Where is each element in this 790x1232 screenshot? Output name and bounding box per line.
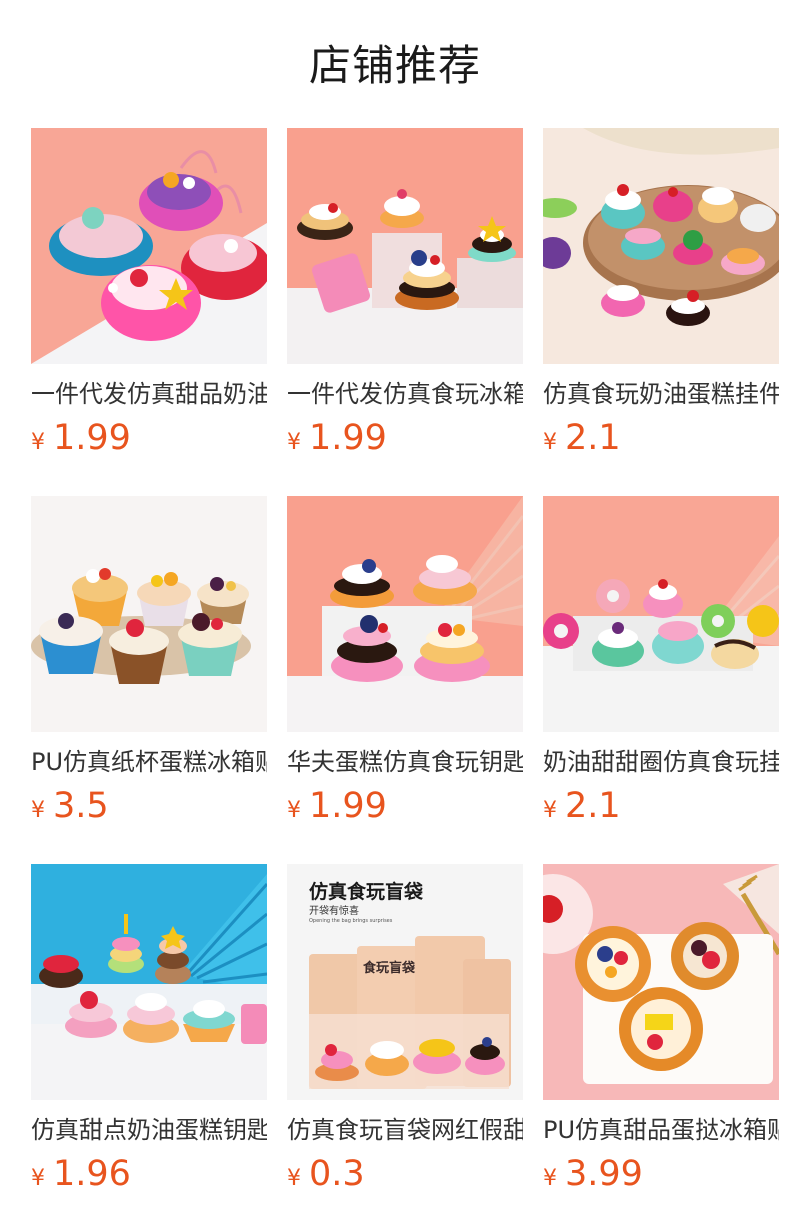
blind-bag-label: 食玩盲袋 [363,960,416,976]
product-name[interactable]: PU仿真纸杯蛋糕冰箱贴 [31,746,267,778]
product-card[interactable]: 仿真食玩奶油蛋糕挂件 ¥2.1 [543,128,779,496]
price-amount: 1.99 [53,418,131,458]
product-image[interactable] [543,128,779,364]
product-card[interactable]: PU仿真甜品蛋挞冰箱贴 ¥3.99 [543,864,779,1232]
product-name[interactable]: 一件代发仿真甜品奶油 [31,378,267,410]
price-amount: 0.3 [309,1154,365,1194]
price-amount: 2.1 [565,786,621,826]
price-amount: 1.96 [53,1154,131,1194]
currency-symbol: ¥ [543,798,557,823]
blind-bag-tiny-text: Opening the bag brings surprises [309,918,393,924]
product-name[interactable]: 华夫蛋糕仿真食玩钥匙扣 [287,746,523,778]
page-title: 店铺推荐 [308,41,481,90]
product-card[interactable]: 仿真甜点奶油蛋糕钥匙扣 ¥1.96 [31,864,267,1232]
price-amount: 1.99 [309,418,387,458]
currency-symbol: ¥ [31,1166,45,1191]
product-price: ¥2.1 [543,416,621,460]
product-image[interactable]: 仿真食玩盲袋 开袋有惊喜 Opening the bag brings surp… [287,864,523,1100]
product-card[interactable]: 奶油甜甜圈仿真食玩挂件 ¥2.1 [543,496,779,864]
product-card[interactable]: PU仿真纸杯蛋糕冰箱贴 ¥3.5 [31,496,267,864]
product-price: ¥3.5 [31,784,109,828]
product-image[interactable] [543,864,779,1100]
product-price: ¥3.99 [543,1152,643,1196]
product-image[interactable] [287,496,523,732]
product-card[interactable]: 一件代发仿真食玩冰箱 ¥1.99 [287,128,523,496]
currency-symbol: ¥ [287,1166,301,1191]
currency-symbol: ¥ [31,798,45,823]
product-grid: 一件代发仿真甜品奶油 ¥1.99 一件代发仿真食玩冰箱 ¥ 1.99 仿真食玩奶… [31,128,779,1232]
product-name[interactable]: PU仿真甜品蛋挞冰箱贴 [543,1114,779,1146]
blind-bag-headline: 仿真食玩盲袋 [309,880,424,903]
product-image[interactable] [31,864,267,1100]
product-price: ¥0.3 [287,1152,365,1196]
product-price: ¥1.99 [287,416,387,460]
blind-bag-subline: 开袋有惊喜 [309,904,359,917]
price-amount: 3.99 [565,1154,643,1194]
product-card[interactable]: 一件代发仿真甜品奶油 ¥1.99 [31,128,267,496]
currency-symbol: ¥ [543,1166,557,1191]
product-card[interactable]: 仿真食玩盲袋 开袋有惊喜 Opening the bag brings surp… [287,864,523,1232]
product-price: ¥1.99 [287,784,387,828]
currency-symbol: ¥ [287,798,301,823]
product-price: ¥1.96 [31,1152,131,1196]
product-image[interactable] [287,128,523,364]
product-name[interactable]: 仿真食玩奶油蛋糕挂件 [543,378,779,410]
product-image[interactable] [31,496,267,732]
product-name[interactable]: 奶油甜甜圈仿真食玩挂件 [543,746,779,778]
price-amount: 3.5 [53,786,109,826]
product-image[interactable] [31,128,267,364]
currency-symbol: ¥ [31,430,45,455]
product-price: ¥2.1 [543,784,621,828]
product-image[interactable] [543,496,779,732]
product-card[interactable]: 华夫蛋糕仿真食玩钥匙扣 ¥1.99 [287,496,523,864]
product-name[interactable]: 一件代发仿真食玩冰箱 [287,378,523,410]
product-name[interactable]: 仿真食玩盲袋网红假甜品 [287,1114,523,1146]
price-amount: 2.1 [565,418,621,458]
product-price: ¥1.99 [31,416,131,460]
currency-symbol: ¥ [543,430,557,455]
currency-symbol: ¥ [287,430,301,455]
price-amount: 1.99 [309,786,387,826]
product-name[interactable]: 仿真甜点奶油蛋糕钥匙扣 [31,1114,267,1146]
